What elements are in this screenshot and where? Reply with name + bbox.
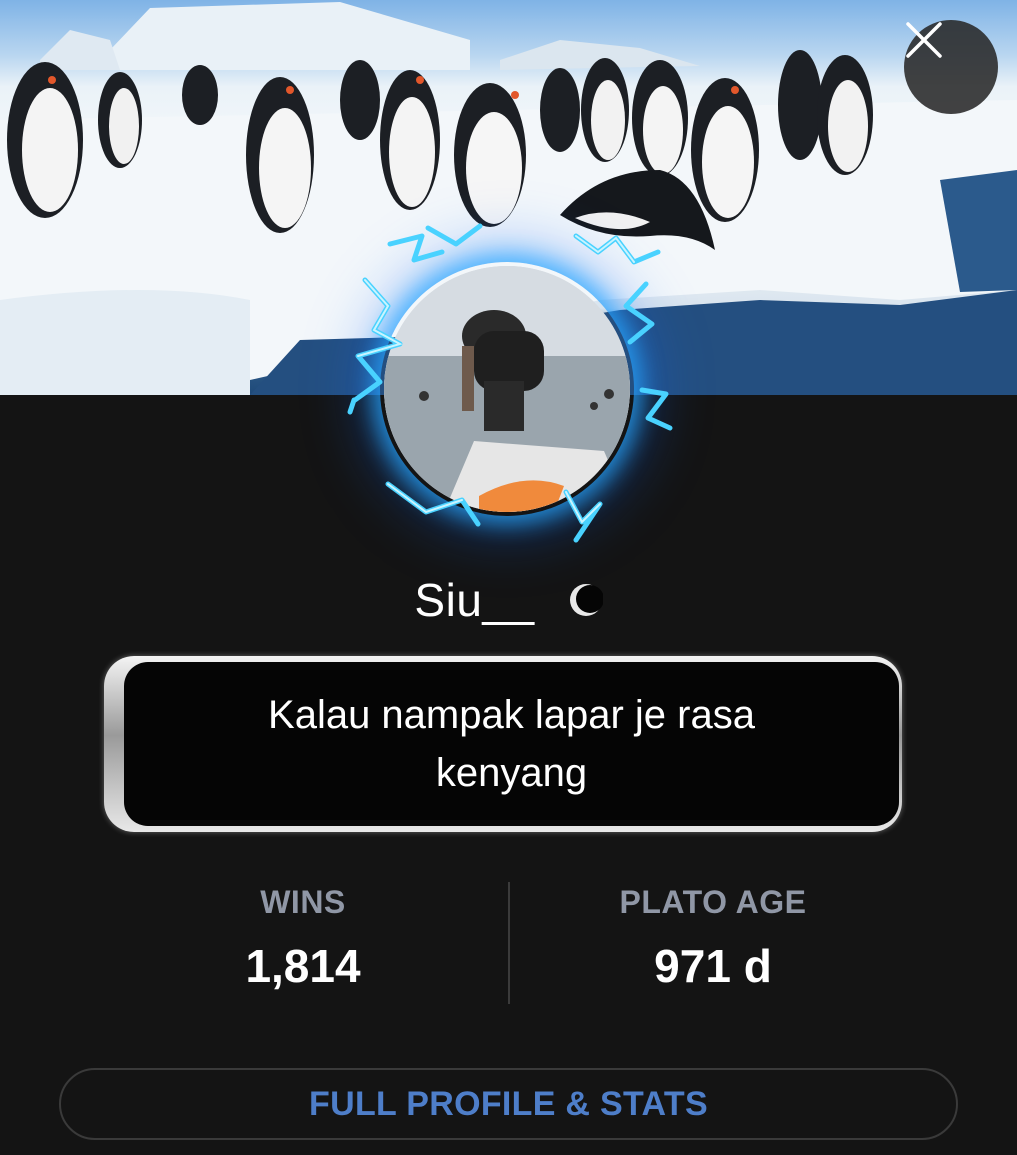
- full-profile-button[interactable]: FULL PROFILE & STATS: [59, 1068, 958, 1140]
- close-icon: [906, 22, 942, 58]
- bio-text: Kalau nampak lapar je rasa kenyang: [268, 693, 755, 795]
- bio-box: Kalau nampak lapar je rasa kenyang: [124, 662, 899, 826]
- stat-plato-age: PLATO AGE 971 d: [513, 884, 913, 993]
- full-profile-button-label: FULL PROFILE & STATS: [309, 1084, 708, 1123]
- moon-status-icon: [569, 584, 603, 616]
- stat-label: WINS: [260, 884, 346, 920]
- stats-divider: [508, 882, 510, 1004]
- username: Siu__: [414, 574, 535, 626]
- stat-value: 1,814: [245, 940, 361, 992]
- stat-wins: WINS 1,814: [103, 884, 503, 993]
- lightning-frame-icon: [330, 222, 680, 552]
- stat-value: 971 d: [654, 940, 772, 992]
- stat-label: PLATO AGE: [619, 884, 807, 920]
- username-row: Siu__: [0, 570, 1017, 630]
- close-button[interactable]: [904, 20, 998, 114]
- avatar-container: [330, 222, 680, 552]
